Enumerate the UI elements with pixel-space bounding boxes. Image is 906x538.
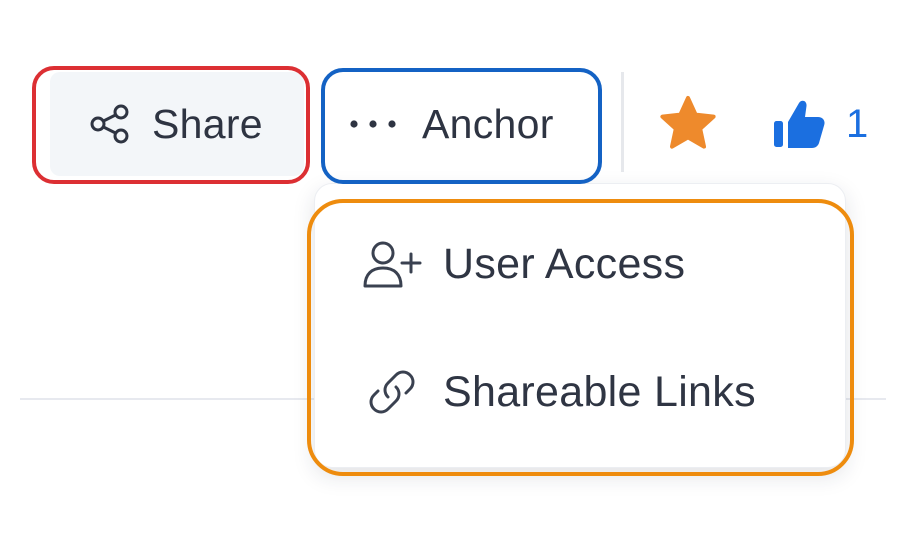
menu-item-label: Shareable Links	[443, 367, 756, 416]
share-button[interactable]: Share	[50, 72, 304, 176]
anchor-button-label: Anchor	[422, 100, 554, 147]
share-button-label: Share	[152, 100, 263, 147]
menu-item-label: User Access	[443, 239, 686, 288]
link-icon	[361, 364, 427, 420]
favorite-button[interactable]	[656, 92, 720, 156]
menu-item-shareable-links[interactable]: Shareable Links	[361, 362, 756, 422]
star-icon	[656, 92, 720, 156]
more-horizontal-icon	[348, 116, 398, 132]
user-plus-icon	[361, 236, 427, 292]
toolbar-separator	[621, 72, 624, 172]
share-dropdown-menu: User Access Shareable Links	[314, 183, 846, 468]
share-icon	[88, 102, 132, 146]
menu-item-user-access[interactable]: User Access	[361, 234, 685, 294]
like-count: 1	[846, 101, 869, 146]
screenshot-stage: Share Anchor 1 User Access Shareable Lin…	[0, 0, 906, 538]
anchor-button[interactable]: Anchor	[330, 72, 592, 176]
like-button[interactable]: 1	[770, 92, 868, 156]
thumbs-up-icon	[770, 95, 828, 153]
